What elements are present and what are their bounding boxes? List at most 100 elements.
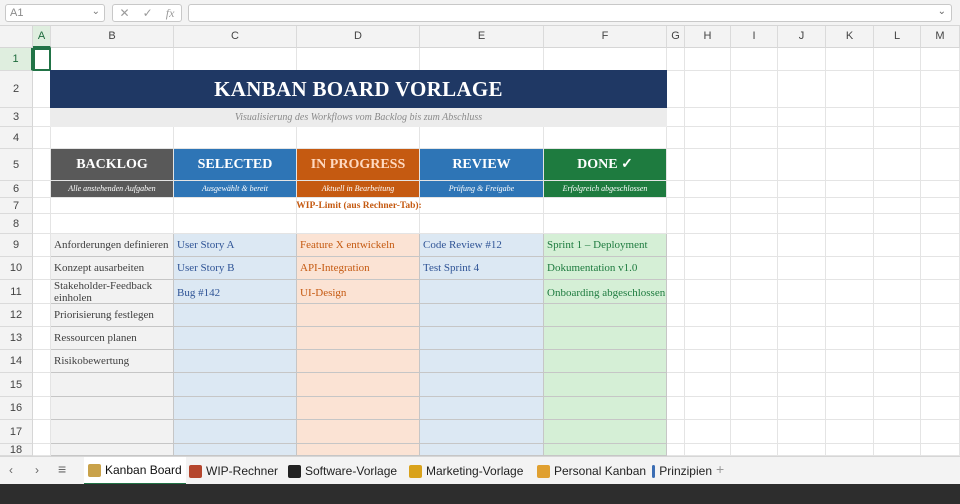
lane-description-3[interactable]: Prüfung & Freigabe <box>420 181 543 197</box>
row-header-14[interactable]: 14 <box>0 350 33 373</box>
row-header-13[interactable]: 13 <box>0 327 33 350</box>
expand-formula-chevron-icon[interactable]: ⌄ <box>938 6 946 17</box>
row-header-15[interactable]: 15 <box>0 373 33 397</box>
kanban-cell[interactable]: Anforderungen definieren <box>51 234 174 257</box>
kanban-cell[interactable] <box>51 444 174 456</box>
kanban-cell[interactable] <box>297 397 420 420</box>
kanban-cell[interactable]: Test Sprint 4 <box>420 257 544 280</box>
wip-limit-label[interactable]: WIP-Limit (aus Rechner-Tab): <box>174 198 544 214</box>
lane-description-2[interactable]: Aktuell in Bearbeitung <box>297 181 419 197</box>
kanban-cell[interactable] <box>420 397 544 420</box>
kanban-cell[interactable] <box>297 444 420 456</box>
row-header-8[interactable]: 8 <box>0 214 33 234</box>
lane-header-3[interactable]: REVIEW <box>420 149 543 180</box>
kanban-cell[interactable]: UI-Design <box>297 280 420 304</box>
kanban-cell[interactable] <box>174 373 297 397</box>
kanban-cell[interactable] <box>174 397 297 420</box>
kanban-cell[interactable] <box>420 420 544 444</box>
kanban-cell[interactable] <box>544 350 667 373</box>
kanban-cell[interactable]: Bug #142 <box>174 280 297 304</box>
column-header-f[interactable]: F <box>544 26 667 48</box>
kanban-cell[interactable] <box>174 444 297 456</box>
prev-sheet-icon[interactable]: ‹ <box>9 463 13 477</box>
kanban-cell[interactable] <box>297 327 420 350</box>
row-header-4[interactable]: 4 <box>0 127 33 149</box>
kanban-cell[interactable] <box>297 420 420 444</box>
fx-icon[interactable]: fx <box>166 6 175 21</box>
column-header-g[interactable]: G <box>667 26 685 48</box>
lane-header-2[interactable]: IN PROGRESS <box>297 149 419 180</box>
kanban-cell[interactable]: Priorisierung festlegen <box>51 304 174 327</box>
kanban-cell[interactable]: Risikobewertung <box>51 350 174 373</box>
row-header-1[interactable]: 1 <box>0 48 33 71</box>
kanban-cell[interactable] <box>544 397 667 420</box>
kanban-cell[interactable]: Code Review #12 <box>420 234 544 257</box>
add-sheet-icon[interactable]: + <box>716 461 724 477</box>
column-header-m[interactable]: M <box>921 26 960 48</box>
kanban-cell[interactable] <box>51 373 174 397</box>
sheet-tab-1[interactable]: WIP-Rechner <box>185 457 282 485</box>
kanban-cell[interactable] <box>420 327 544 350</box>
column-header-c[interactable]: C <box>174 26 297 48</box>
row-header-3[interactable]: 3 <box>0 108 33 127</box>
row-header-10[interactable]: 10 <box>0 257 33 280</box>
sheet-list-menu-icon[interactable]: ≡ <box>58 461 66 477</box>
kanban-cell[interactable] <box>544 304 667 327</box>
column-header-a[interactable]: A <box>33 26 51 48</box>
next-sheet-icon[interactable]: › <box>35 463 39 477</box>
kanban-cell[interactable] <box>420 373 544 397</box>
row-header-12[interactable]: 12 <box>0 304 33 327</box>
kanban-cell[interactable] <box>297 304 420 327</box>
column-header-j[interactable]: J <box>778 26 826 48</box>
confirm-icon[interactable]: ✓ <box>143 6 153 20</box>
lane-header-0[interactable]: BACKLOG <box>51 149 173 180</box>
kanban-cell[interactable] <box>420 304 544 327</box>
column-header-e[interactable]: E <box>420 26 544 48</box>
lane-header-4[interactable]: DONE ✓ <box>544 149 666 180</box>
sheet-tab-5[interactable]: Prinzipien <box>648 457 716 485</box>
kanban-cell[interactable] <box>420 280 544 304</box>
kanban-cell[interactable]: Stakeholder-Feedback einholen <box>51 280 174 304</box>
row-header-6[interactable]: 6 <box>0 181 33 198</box>
row-header-2[interactable]: 2 <box>0 71 33 108</box>
kanban-cell[interactable] <box>297 373 420 397</box>
row-header-7[interactable]: 7 <box>0 198 33 214</box>
column-header-b[interactable]: B <box>51 26 174 48</box>
chevron-down-icon[interactable]: ⌄ <box>92 6 100 17</box>
kanban-cell[interactable] <box>174 304 297 327</box>
sheet-tab-4[interactable]: Personal Kanban <box>533 457 650 485</box>
kanban-cell[interactable] <box>420 350 544 373</box>
lane-description-0[interactable]: Alle anstehenden Aufgaben <box>51 181 173 197</box>
kanban-cell[interactable] <box>544 373 667 397</box>
board-subtitle[interactable]: Visualisierung des Workflows vom Backlog… <box>50 108 667 127</box>
column-header-l[interactable]: L <box>874 26 921 48</box>
kanban-cell[interactable]: Dokumentation v1.0 <box>544 257 667 280</box>
row-header-5[interactable]: 5 <box>0 149 33 181</box>
row-header-17[interactable]: 17 <box>0 420 33 444</box>
cancel-icon[interactable]: ✕ <box>120 6 130 20</box>
row-header-18[interactable]: 18 <box>0 444 33 456</box>
board-title[interactable]: KANBAN BOARD VORLAGE <box>50 70 667 108</box>
kanban-cell[interactable] <box>51 420 174 444</box>
kanban-cell[interactable]: Onboarding abgeschlossen <box>544 280 667 304</box>
row-header-9[interactable]: 9 <box>0 234 33 257</box>
kanban-cell[interactable] <box>174 350 297 373</box>
kanban-cell[interactable] <box>544 444 667 456</box>
name-box[interactable]: A1 ⌄ <box>5 4 105 22</box>
kanban-cell[interactable] <box>174 420 297 444</box>
kanban-cell[interactable] <box>297 350 420 373</box>
lane-description-4[interactable]: Erfolgreich abgeschlossen <box>544 181 666 197</box>
active-cell-selection[interactable] <box>33 48 51 71</box>
formula-input[interactable]: ⌄ <box>188 4 952 22</box>
kanban-cell[interactable] <box>544 327 667 350</box>
column-header-k[interactable]: K <box>826 26 874 48</box>
column-header-d[interactable]: D <box>297 26 420 48</box>
kanban-cell[interactable] <box>420 444 544 456</box>
sheet-tab-3[interactable]: Marketing-Vorlage <box>405 457 527 485</box>
kanban-cell[interactable]: User Story A <box>174 234 297 257</box>
column-header-i[interactable]: I <box>731 26 778 48</box>
kanban-cell[interactable]: Ressourcen planen <box>51 327 174 350</box>
kanban-cell[interactable]: Feature X entwickeln <box>297 234 420 257</box>
kanban-cell[interactable]: User Story B <box>174 257 297 280</box>
row-header-16[interactable]: 16 <box>0 397 33 420</box>
